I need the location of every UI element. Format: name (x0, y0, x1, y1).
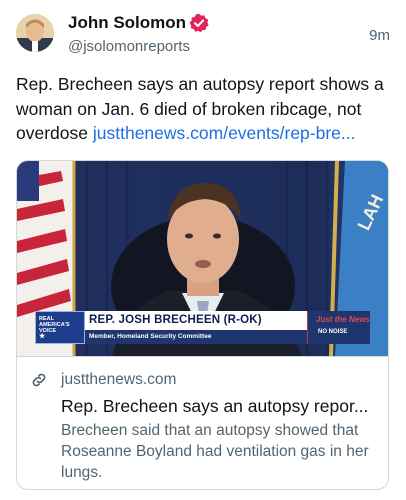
card-description: Brecheen said that an autopsy showed tha… (61, 422, 369, 481)
card-title[interactable]: Rep. Brecheen says an autopsy repor... (61, 394, 368, 418)
chyron-subtitle: Member, Homeland Security Committee (89, 333, 212, 340)
side-logo-text: Just the News (316, 315, 370, 324)
news-chyron: REAL AMERICA'S VOICE ★ REP. JOSH BRECHEE… (35, 311, 370, 344)
card-meta[interactable]: justthenews.com Rep. Brecheen says an au… (17, 356, 388, 489)
chyron-name: REP. JOSH BRECHEEN (R-OK) (89, 314, 262, 326)
author-handle[interactable]: @jsolomonreports (68, 37, 190, 57)
post-link[interactable]: justthenews.com/events/rep-bre... (93, 123, 356, 143)
author-name[interactable]: John Solomon (68, 12, 186, 34)
star-icon: ★ (39, 333, 46, 340)
post-timestamp[interactable]: 9m (369, 26, 390, 46)
link-preview-card[interactable]: LAH REAL AMERICA'S VOICE ★ REP. JOSH BRE… (16, 160, 389, 490)
chyron-side-logo: Just the News NO NOISE (307, 311, 370, 344)
link-icon (32, 373, 46, 387)
chyron-main: REP. JOSH BRECHEEN (R-OK) Member, Homela… (85, 311, 307, 344)
social-post[interactable]: John Solomon @jsolomonreports 9m Rep. Br… (0, 0, 406, 500)
avatar[interactable] (16, 14, 54, 52)
card-thumbnail[interactable]: LAH REAL AMERICA'S VOICE ★ REP. JOSH BRE… (17, 161, 388, 356)
avatar-image (16, 14, 54, 52)
verified-badge-icon (189, 13, 209, 33)
side-logo-tagline: NO NOISE (318, 329, 348, 335)
post-text: Rep. Brecheen says an autopsy report sho… (16, 72, 396, 146)
card-domain: justthenews.com (61, 371, 177, 388)
network-logo: REAL AMERICA'S VOICE ★ (35, 311, 85, 344)
